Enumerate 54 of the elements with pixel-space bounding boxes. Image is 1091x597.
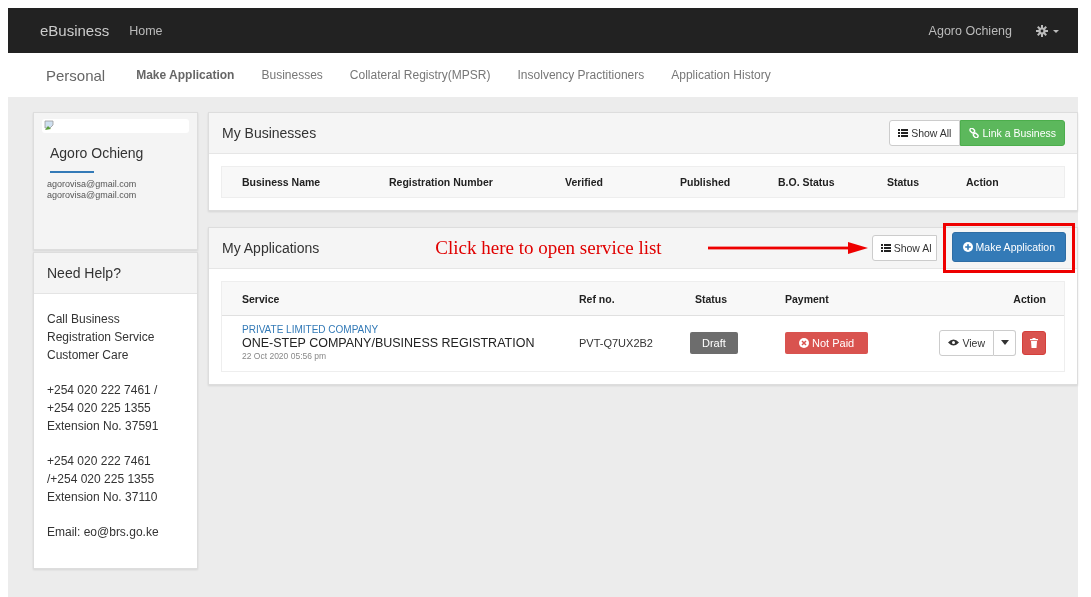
column-header: Payment (765, 282, 885, 316)
column-header: Action (885, 282, 1064, 316)
column-header: Action (965, 175, 1000, 190)
column-header: Ref no. (559, 282, 675, 316)
status-badge: Draft (690, 331, 738, 354)
column-header: Business Name (241, 175, 322, 190)
broken-image-icon (44, 120, 56, 132)
column-header: Service (222, 282, 559, 316)
service-category-link[interactable]: PRIVATE LIMITED COMPANY (242, 324, 379, 335)
profile-name: Agoro Ochieng (50, 145, 145, 161)
date-text: 22 Oct 2020 05:56 pm (242, 351, 327, 361)
caret-icon (1000, 340, 1009, 345)
view-button[interactable]: View (939, 329, 994, 356)
help-text: Email: eo@brs.go.ke (47, 524, 160, 541)
make-application-button[interactable]: Make Application (951, 232, 1066, 262)
dropdown-button[interactable] (994, 329, 1016, 356)
help-title: Need Help? (34, 253, 197, 294)
trash-icon (1030, 337, 1038, 348)
nav-tab[interactable]: Businesses (261, 68, 323, 82)
service-name: ONE-STEP COMPANY/BUSINESS REGISTRATION (242, 336, 535, 350)
x-circle-icon (799, 337, 809, 348)
list-icon (898, 129, 909, 137)
annotation-text: Click here to open service list (435, 237, 662, 259)
eye-icon (948, 339, 960, 346)
nav-tab[interactable]: Application History (671, 68, 771, 82)
column-header: Status (675, 282, 765, 316)
column-header: B.O. Status (777, 175, 836, 190)
panel-title: My Businesses (222, 125, 317, 141)
plus-circle-icon (962, 242, 973, 252)
show-all-button[interactable]: Show Al (871, 235, 937, 261)
show-all-button[interactable]: Show All (889, 120, 961, 146)
section-title: Personal (46, 66, 106, 84)
ref-number: PVT-Q7UX2B2 (579, 336, 653, 349)
email-text: agorovisa@gmail.com (47, 190, 138, 202)
link-icon (969, 128, 980, 138)
column-header: Verified (564, 175, 604, 190)
help-text: +254 020 222 7461 /+254 020 225 1355 Extension No. 37110 (47, 453, 159, 506)
panel-title: My Applications (222, 240, 320, 256)
nav-link[interactable]: Home (129, 23, 163, 38)
column-header: Published (679, 175, 732, 190)
nav-tab[interactable]: Collateral Registry(MPSR) (349, 68, 491, 82)
nav-tab[interactable]: Make Application (136, 68, 235, 82)
list-icon (880, 244, 891, 252)
user-link[interactable]: Agoro Ochieng (928, 23, 1012, 38)
column-header: Status (886, 175, 921, 190)
email-text: agorovisa@gmail.com (47, 179, 138, 191)
delete-button[interactable] (1022, 330, 1046, 355)
nav-tab[interactable]: Insolvency Practitioners (517, 68, 645, 82)
column-header: Registration Number (388, 175, 494, 190)
help-text: +254 020 222 7461 / +254 020 225 1355 Extension No. 37591 (47, 382, 160, 435)
help-text: Call Business Registration Service Customer Care (47, 311, 156, 364)
payment-badge: Not Paid (785, 331, 869, 354)
brand-link[interactable]: eBusiness (40, 22, 110, 39)
settings-icon[interactable] (1036, 24, 1060, 37)
